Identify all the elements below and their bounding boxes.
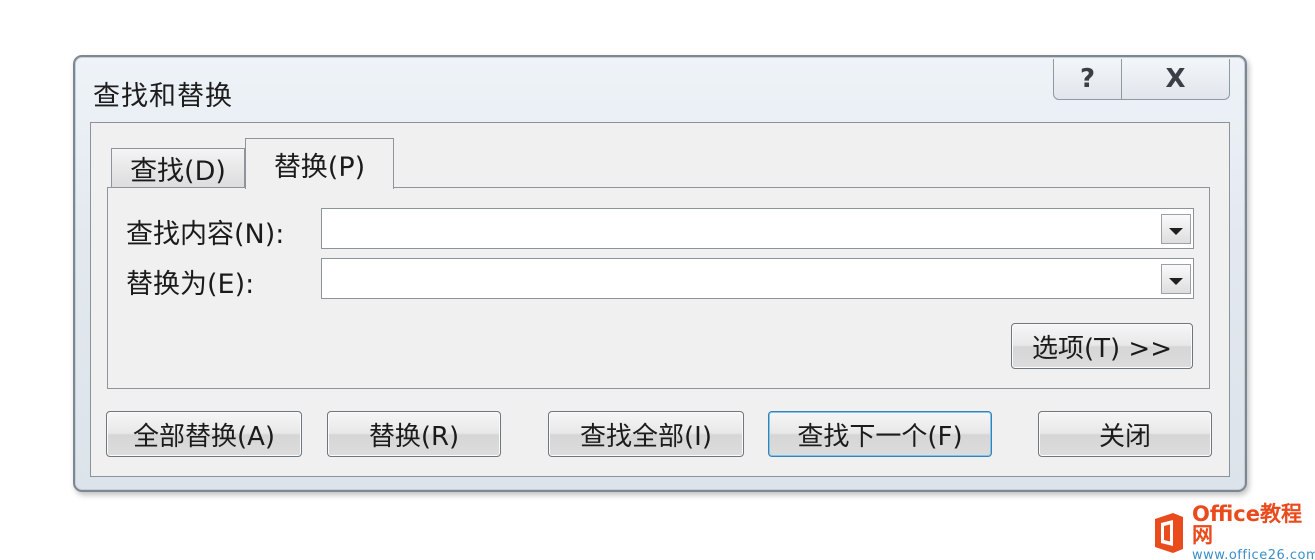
tab-replace[interactable]: 替换(P)	[245, 138, 394, 189]
watermark-url: www.office26.com	[1192, 548, 1315, 560]
question-mark-icon: ?	[1079, 64, 1096, 94]
close-icon: X	[1165, 64, 1186, 94]
replace-tab-panel: 查找内容(N): 替换为(E): 选项(T) >>	[107, 187, 1210, 389]
tab-find[interactable]: 查找(D)	[111, 148, 245, 188]
replace-with-combobox[interactable]	[321, 258, 1194, 299]
watermark: Office教程网 www.office26.com	[1151, 504, 1315, 560]
replace-all-button[interactable]: 全部替换(A)	[106, 411, 302, 457]
chevron-down-icon	[1169, 277, 1183, 285]
dialog-title: 查找和替换	[93, 81, 233, 112]
replace-with-label: 替换为(E):	[126, 269, 255, 300]
chevron-down-icon	[1169, 227, 1183, 235]
tab-find-label: 查找(D)	[130, 156, 226, 187]
tab-replace-label: 替换(P)	[273, 151, 366, 183]
caption-buttons: ? X	[1053, 59, 1230, 100]
find-what-label: 查找内容(N):	[126, 219, 285, 250]
close-window-button[interactable]: X	[1121, 59, 1229, 99]
find-replace-dialog: 查找和替换 ? X 查找(D) 替换(P) 查找内容(N): 替换为(E): 选…	[73, 55, 1247, 492]
page: 查找和替换 ? X 查找(D) 替换(P) 查找内容(N): 替换为(E): 选…	[0, 0, 1315, 560]
watermark-title: Office教程网	[1192, 502, 1302, 547]
help-button[interactable]: ?	[1054, 59, 1121, 99]
office-logo-icon	[1151, 511, 1187, 555]
close-button[interactable]: 关闭	[1038, 411, 1212, 457]
find-next-button[interactable]: 查找下一个(F)	[768, 411, 992, 457]
replace-with-dropdown-button[interactable]	[1161, 264, 1191, 294]
options-button[interactable]: 选项(T) >>	[1011, 323, 1193, 369]
dialog-client-area: 查找(D) 替换(P) 查找内容(N): 替换为(E): 选项(T) >> 全部…	[90, 122, 1230, 477]
find-what-dropdown-button[interactable]	[1161, 214, 1191, 244]
replace-button[interactable]: 替换(R)	[327, 411, 501, 457]
find-all-button[interactable]: 查找全部(I)	[548, 411, 744, 457]
find-what-combobox[interactable]	[321, 208, 1194, 249]
